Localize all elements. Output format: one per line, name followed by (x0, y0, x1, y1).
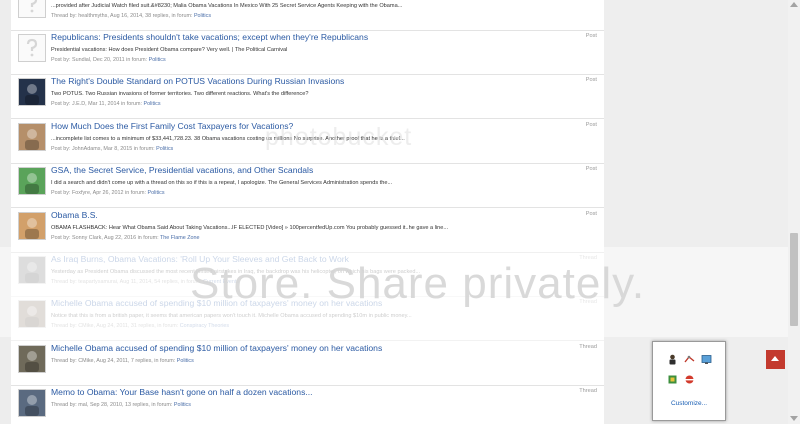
arrow-up-icon (771, 356, 779, 361)
result-type-label: Thread (579, 388, 597, 394)
avatar[interactable] (18, 212, 46, 240)
result-meta: Thread by: healthmyths, Aug 16, 2014, 38… (51, 13, 211, 19)
system-tray-overflow: Customize... (652, 341, 726, 421)
result-title-link[interactable]: The Right's Double Standard on POTUS Vac… (51, 76, 344, 86)
search-result: The Right's Double Standard on POTUS Vac… (11, 75, 604, 119)
avatar[interactable] (18, 34, 46, 62)
search-result: Michelle Obama accused of spending $10 m… (11, 342, 604, 386)
forum-link[interactable]: Politics (177, 358, 194, 364)
result-meta: Post by: Sundial, Dec 20, 2011 in forum:… (51, 57, 166, 63)
search-result: Memo to Obama: Your Base hasn't gone on … (11, 386, 604, 424)
scroll-thumb[interactable] (790, 233, 798, 326)
network-icon[interactable] (684, 354, 695, 365)
scroll-up-arrow[interactable] (790, 2, 798, 7)
security-icon[interactable] (667, 374, 678, 385)
result-title-link[interactable]: Memo to Obama: Your Base hasn't gone on … (51, 387, 313, 397)
result-meta: Thread by: CMike, Aug 24, 2011, 7 replie… (51, 358, 194, 364)
result-meta: Post by: Sonny Clark, Aug 22, 2016 in fo… (51, 235, 200, 241)
forum-link[interactable]: Politics (147, 190, 164, 196)
result-type-label: Post (585, 166, 597, 172)
avatar[interactable] (18, 389, 46, 417)
watermark-banner: Store. Share privately. (190, 259, 646, 308)
result-meta-text: Thread by: CMike, Aug 24, 2011, 7 replie… (51, 358, 177, 364)
result-type-label: Post (585, 122, 597, 128)
result-meta-text: Post by: Foxfyre, Apr 26, 2012 in forum: (51, 190, 148, 196)
customize-link[interactable]: Customize... (657, 397, 721, 411)
avatar[interactable] (18, 167, 46, 195)
forum-link[interactable]: Politics (149, 57, 166, 63)
forum-link[interactable]: Politics (143, 101, 160, 107)
vertical-scrollbar[interactable] (788, 0, 800, 424)
result-meta: Post by: Foxfyre, Apr 26, 2012 in forum:… (51, 190, 165, 196)
search-results-list: BIG difference between Obama vs Bush "..… (11, 0, 604, 424)
result-snippet: I did a search and didn't come up with a… (51, 180, 393, 186)
avatar[interactable] (18, 123, 46, 151)
forum-link[interactable]: Politics (194, 13, 211, 19)
watermark-logo: photobucket (265, 123, 413, 151)
display-icon[interactable] (701, 354, 712, 365)
avatar[interactable] (18, 78, 46, 106)
result-meta-text: Post by: JohnAdams, Mar 8, 2015 in forum… (51, 146, 157, 152)
app-red-icon[interactable] (684, 374, 695, 385)
result-title-link[interactable]: Republicans: Presidents shouldn't take v… (51, 32, 368, 42)
scroll-down-arrow[interactable] (790, 416, 798, 421)
result-meta: Post by: J.E.D, Mar 11, 2014 in forum: P… (51, 101, 161, 107)
result-title-link[interactable]: How Much Does the First Family Cost Taxp… (51, 121, 293, 131)
result-title-link[interactable]: GSA, the Secret Service, Presidential va… (51, 165, 313, 175)
back-to-top-button[interactable] (766, 350, 785, 369)
result-meta-text: Thread by: healthmyths, Aug 16, 2014, 38… (51, 13, 194, 19)
forum-link[interactable]: The Flame Zone (160, 235, 200, 241)
result-type-label: Thread (579, 344, 597, 350)
result-meta-text: Post by: J.E.D, Mar 11, 2014 in forum: (51, 101, 144, 107)
result-meta-text: Post by: Sundial, Dec 20, 2011 in forum: (51, 57, 149, 63)
result-snippet: Two POTUS. Two Russian invasions of form… (51, 91, 309, 97)
person-icon[interactable] (667, 354, 678, 365)
avatar[interactable] (18, 0, 46, 18)
result-type-label: Post (585, 77, 597, 83)
result-type-label: Post (585, 33, 597, 39)
forum-link[interactable]: Politics (156, 146, 173, 152)
result-meta-text: Thread by: mal, Sep 28, 2010, 13 replies… (51, 402, 174, 408)
search-result: BIG difference between Obama vs Bush "..… (11, 0, 604, 31)
result-meta: Post by: JohnAdams, Mar 8, 2015 in forum… (51, 146, 173, 152)
search-result: GSA, the Secret Service, Presidential va… (11, 164, 604, 208)
search-result: Republicans: Presidents shouldn't take v… (11, 31, 604, 75)
result-meta: Thread by: mal, Sep 28, 2010, 13 replies… (51, 402, 191, 408)
forum-link[interactable]: Politics (174, 402, 191, 408)
result-title-link[interactable]: Michelle Obama accused of spending $10 m… (51, 343, 382, 353)
result-title-link[interactable]: Obama B.S. (51, 210, 98, 220)
result-meta-text: Post by: Sonny Clark, Aug 22, 2016 in fo… (51, 235, 160, 241)
result-snippet: OBAMA FLASHBACK: Hear What Obama Said Ab… (51, 225, 449, 231)
result-snippet: Presidential vacations: How does Preside… (51, 47, 288, 53)
result-type-label: Post (585, 211, 597, 217)
avatar[interactable] (18, 345, 46, 373)
result-snippet: ...provided after Judicial Watch filed s… (51, 3, 403, 9)
